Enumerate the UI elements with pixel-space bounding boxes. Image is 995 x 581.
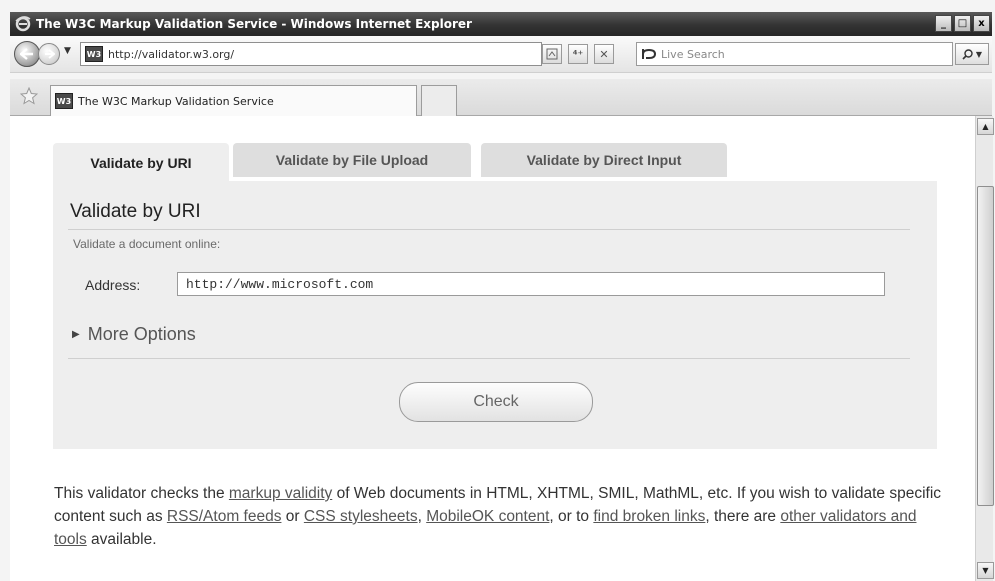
browser-window: The W3C Markup Validation Service - Wind… bbox=[0, 0, 995, 581]
tab-validate-by-uri[interactable]: Validate by URI bbox=[53, 143, 229, 183]
title-divider bbox=[68, 229, 910, 230]
scroll-up-arrow-icon[interactable]: ▲ bbox=[977, 118, 994, 135]
search-box[interactable]: Live Search bbox=[636, 42, 953, 66]
stop-icon[interactable]: ✕ bbox=[594, 44, 614, 64]
markup-validity-link[interactable]: markup validity bbox=[229, 485, 332, 502]
window-title: The W3C Markup Validation Service - Wind… bbox=[36, 17, 472, 31]
w3c-favicon-icon: W3 bbox=[85, 46, 103, 62]
back-arrow-icon bbox=[20, 48, 33, 60]
more-options-label: More Options bbox=[87, 324, 196, 344]
tab-bar: W3 The W3C Markup Validation Service bbox=[10, 79, 992, 116]
search-button[interactable]: ▼ bbox=[955, 43, 989, 65]
compatibility-view-icon[interactable] bbox=[542, 44, 562, 64]
forward-button[interactable] bbox=[38, 43, 60, 65]
options-divider bbox=[68, 358, 910, 359]
description-text: , there are bbox=[705, 508, 781, 525]
description-text: , bbox=[417, 508, 427, 525]
w3c-favicon-icon: W3 bbox=[55, 93, 73, 109]
rss-atom-feeds-link[interactable]: RSS/Atom feeds bbox=[167, 508, 282, 525]
vertical-scrollbar[interactable]: ▲ ▼ bbox=[975, 116, 994, 581]
panel-title: Validate by URI bbox=[70, 201, 201, 222]
tab-validate-by-file-upload[interactable]: Validate by File Upload bbox=[233, 143, 471, 177]
description-text: This validator checks the bbox=[54, 485, 229, 502]
maximize-button[interactable]: □ bbox=[954, 15, 971, 32]
description-text: , or to bbox=[549, 508, 594, 525]
minimize-button[interactable]: _ bbox=[935, 15, 952, 32]
browser-tab[interactable]: W3 The W3C Markup Validation Service bbox=[50, 85, 417, 116]
address-bar[interactable]: W3 http://validator.w3.org/ bbox=[80, 42, 542, 66]
page-content: Validate by URI Validate by File Upload … bbox=[10, 116, 975, 581]
panel-subtitle: Validate a document online: bbox=[73, 237, 221, 251]
mobileok-content-link[interactable]: MobileOK content bbox=[426, 508, 549, 525]
scroll-down-arrow-icon[interactable]: ▼ bbox=[977, 562, 994, 579]
tab-validate-by-file-upload-label: Validate by File Upload bbox=[275, 152, 429, 168]
address-label: Address: bbox=[85, 277, 141, 293]
uri-input-value: http://www.microsoft.com bbox=[186, 276, 374, 292]
address-url: http://validator.w3.org/ bbox=[108, 47, 235, 61]
search-dropdown-icon[interactable]: ▼ bbox=[976, 50, 982, 59]
tab-validate-by-direct-input[interactable]: Validate by Direct Input bbox=[481, 143, 727, 177]
favorites-star-icon[interactable] bbox=[19, 86, 39, 105]
search-placeholder: Live Search bbox=[661, 47, 725, 61]
tab-validate-by-uri-label: Validate by URI bbox=[90, 155, 192, 171]
new-tab-button[interactable] bbox=[421, 85, 457, 116]
description-paragraph: This validator checks the markup validit… bbox=[54, 482, 944, 551]
live-search-icon bbox=[641, 47, 657, 61]
uri-input[interactable]: http://www.microsoft.com bbox=[177, 272, 885, 296]
check-button[interactable]: Check bbox=[399, 382, 593, 422]
address-actions: ⁴⁺ ✕ bbox=[542, 44, 614, 64]
back-button[interactable] bbox=[14, 41, 40, 67]
browser-tab-label: The W3C Markup Validation Service bbox=[78, 94, 274, 108]
refresh-icon[interactable]: ⁴⁺ bbox=[568, 44, 588, 64]
internet-explorer-icon bbox=[14, 15, 32, 33]
scrollbar-thumb[interactable] bbox=[977, 186, 994, 506]
validate-by-uri-panel: Validate by URI Validate a document onli… bbox=[53, 181, 937, 449]
more-options-toggle[interactable]: ▶ More Options bbox=[72, 324, 196, 345]
css-stylesheets-link[interactable]: CSS stylesheets bbox=[304, 508, 418, 525]
description-text: or bbox=[281, 508, 304, 525]
recent-pages-dropdown[interactable]: ▼ bbox=[64, 46, 71, 56]
expand-triangle-icon: ▶ bbox=[72, 329, 80, 340]
find-broken-links-link[interactable]: find broken links bbox=[593, 508, 705, 525]
search-icon bbox=[962, 48, 973, 60]
title-bar: The W3C Markup Validation Service - Wind… bbox=[10, 12, 992, 36]
navigation-bar: ▼ W3 http://validator.w3.org/ ⁴⁺ ✕ Live … bbox=[10, 36, 992, 73]
close-button[interactable]: x bbox=[973, 15, 990, 32]
window-controls: _ □ x bbox=[935, 15, 990, 32]
forward-arrow-icon bbox=[44, 49, 55, 59]
description-text: available. bbox=[86, 531, 157, 548]
tab-validate-by-direct-input-label: Validate by Direct Input bbox=[526, 152, 682, 168]
